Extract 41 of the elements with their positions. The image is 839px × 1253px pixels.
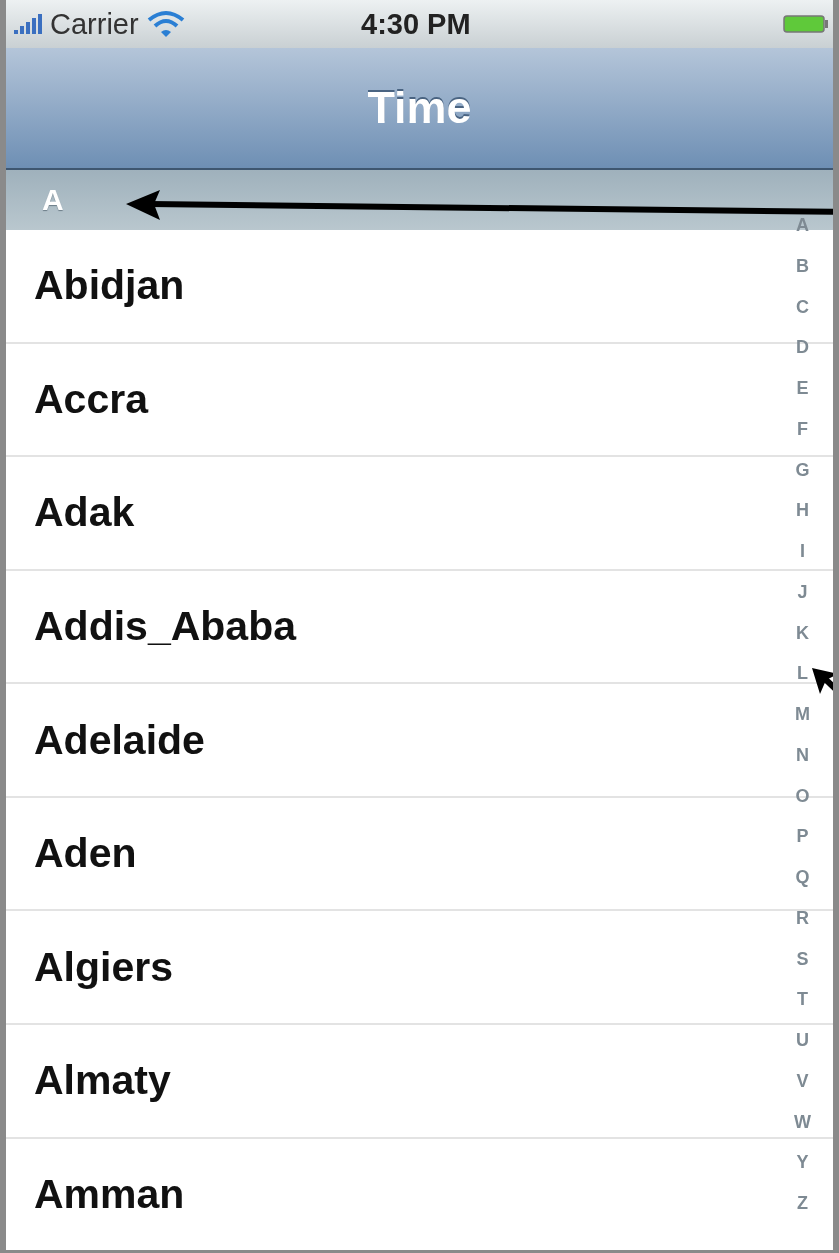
index-letter[interactable]: K: [796, 623, 809, 642]
index-letter[interactable]: J: [797, 582, 808, 601]
city-name[interactable]: Almaty: [34, 1057, 171, 1105]
signal-icon: [14, 14, 42, 34]
index-letter[interactable]: A: [796, 216, 809, 234]
index-letter[interactable]: B: [796, 256, 809, 275]
index-letter[interactable]: L: [797, 664, 808, 683]
index-letter[interactable]: O: [795, 786, 810, 805]
city-name[interactable]: Algiers: [34, 943, 173, 991]
index-letter[interactable]: V: [796, 1071, 809, 1090]
city-name[interactable]: Adelaide: [34, 716, 205, 764]
carrier-label: Carrier: [50, 7, 139, 41]
city-name[interactable]: Addis_Ababa: [34, 602, 296, 650]
index-letter[interactable]: P: [796, 827, 809, 846]
index-letter[interactable]: S: [796, 949, 809, 968]
wifi-icon: [146, 10, 185, 38]
status-time: 4:30 PM: [361, 7, 471, 41]
city-name[interactable]: Amman: [34, 1170, 185, 1218]
city-name[interactable]: Abidjan: [34, 262, 185, 310]
city-name[interactable]: Accra: [34, 375, 148, 423]
index-letter[interactable]: T: [797, 990, 808, 1009]
index-letter[interactable]: D: [796, 338, 809, 357]
index-letter[interactable]: I: [800, 542, 805, 560]
index-letter[interactable]: W: [794, 1112, 811, 1131]
battery-icon: [783, 15, 829, 33]
section-letter: A: [42, 183, 64, 217]
index-letter[interactable]: C: [796, 297, 809, 316]
index-letter[interactable]: N: [796, 745, 809, 764]
city-name[interactable]: Aden: [34, 830, 137, 878]
index-letter[interactable]: G: [795, 460, 810, 479]
index-letter[interactable]: M: [795, 705, 810, 723]
index-letter[interactable]: Q: [795, 868, 810, 886]
index-letter[interactable]: R: [796, 908, 809, 927]
index-letter[interactable]: U: [796, 1031, 809, 1049]
index-letter[interactable]: F: [797, 419, 808, 438]
index-letter[interactable]: H: [796, 501, 809, 520]
index-letter[interactable]: Y: [796, 1153, 809, 1172]
city-name[interactable]: Adak: [34, 489, 135, 537]
index-letter[interactable]: E: [796, 379, 809, 397]
navigation-title: Time: [367, 82, 472, 134]
index-letter[interactable]: Z: [797, 1194, 808, 1212]
